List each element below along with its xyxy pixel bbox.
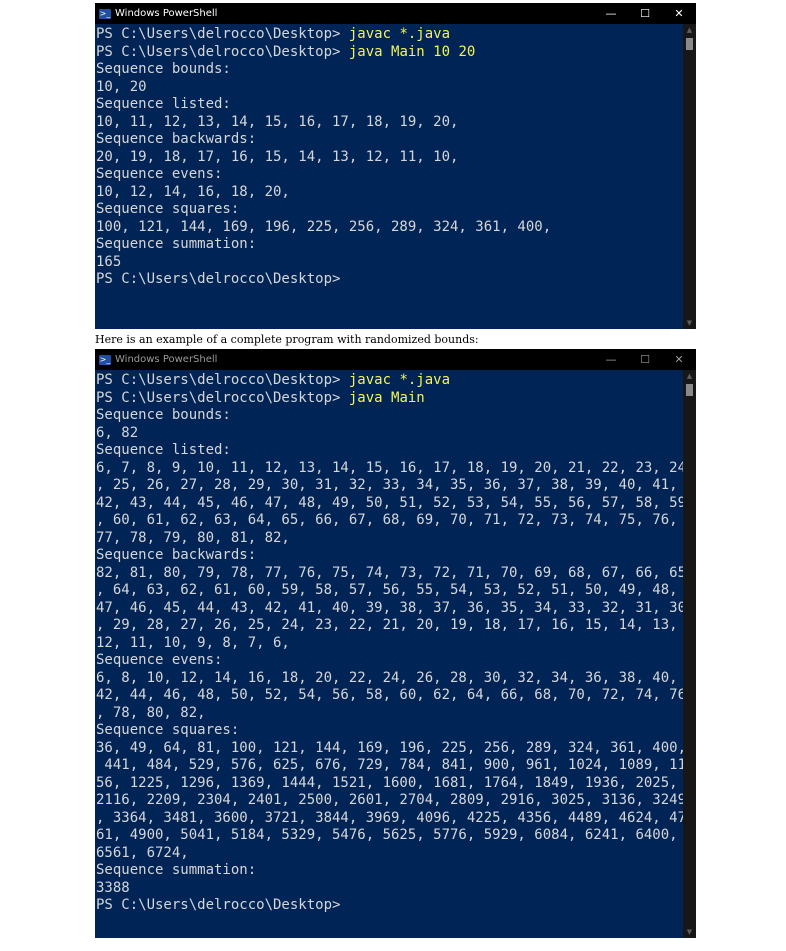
console-line: PS C:\Users\delrocco\Desktop> java Main …	[96, 44, 683, 62]
console-line: 6, 8, 10, 12, 14, 16, 18, 20, 22, 24, 26…	[96, 669, 678, 686]
prompt-text: PS C:\Users\delrocco\Desktop>	[96, 389, 349, 406]
console-line: 47, 46, 45, 44, 43, 42, 41, 40, 39, 38, …	[96, 599, 683, 616]
console-line: , 78, 80, 82,	[96, 704, 206, 721]
console-line: 10, 20	[96, 78, 147, 95]
console-line: 6, 82	[96, 424, 139, 441]
caption-text: Here is an example of a complete program…	[95, 331, 696, 349]
powershell-icon: >_	[99, 354, 111, 365]
console-line: 6, 7, 8, 9, 10, 11, 12, 13, 14, 15, 16, …	[96, 459, 683, 476]
console-line: Sequence backwards:	[96, 131, 257, 147]
console-line: , 29, 28, 27, 26, 25, 24, 23, 22, 21, 20…	[96, 617, 678, 633]
maximize-button[interactable]: ☐	[628, 3, 662, 24]
console-line: Sequence summation:	[96, 862, 257, 878]
console-line: 100, 121, 144, 169, 196, 225, 256, 289, …	[96, 218, 552, 235]
console-line: 42, 44, 46, 48, 50, 52, 54, 56, 58, 60, …	[96, 687, 683, 703]
scrollbar-thumb[interactable]	[686, 384, 693, 396]
command-text: javac *.java	[348, 26, 451, 42]
maximize-button[interactable]: ☐	[628, 349, 662, 370]
prompt-text: PS C:\Users\delrocco\Desktop>	[96, 372, 349, 388]
window-title: Windows PowerShell	[115, 8, 218, 19]
console-line: Sequence evens:	[96, 652, 223, 668]
window-title: Windows PowerShell	[115, 354, 218, 365]
console-line: Sequence squares:	[96, 201, 240, 217]
close-button[interactable]: ✕	[662, 3, 696, 24]
console-line: 12, 11, 10, 9, 8, 7, 6,	[96, 634, 290, 651]
console-line: PS C:\Users\delrocco\Desktop> java Main	[96, 390, 683, 408]
title-bar[interactable]: >_ Windows PowerShell — ☐ ✕	[95, 349, 696, 370]
console-line: 10, 11, 12, 13, 14, 15, 16, 17, 18, 19, …	[96, 113, 459, 130]
powershell-window-1: >_ Windows PowerShell — ☐ ✕ PS C:\Users\…	[95, 3, 696, 329]
console-line: 77, 78, 79, 80, 81, 82,	[96, 529, 290, 546]
console-line: 6561, 6724,	[96, 844, 189, 861]
command-text: java Main	[348, 389, 425, 406]
console-line: 165	[96, 253, 122, 270]
console-line: 20, 19, 18, 17, 16, 15, 14, 13, 12, 11, …	[96, 148, 459, 165]
command-text: javac *.java	[348, 372, 451, 388]
console-line: 441, 484, 529, 576, 625, 676, 729, 784, …	[96, 757, 683, 773]
console-line: 3388	[96, 879, 130, 896]
console-line: Sequence bounds:	[96, 61, 231, 77]
scrollbar-thumb[interactable]	[686, 38, 693, 50]
console-line: PS C:\Users\delrocco\Desktop>	[96, 271, 341, 287]
console-line: 36, 49, 64, 81, 100, 121, 144, 169, 196,…	[96, 739, 683, 756]
scroll-down-icon[interactable]: ▼	[683, 317, 696, 329]
console-line: PS C:\Users\delrocco\Desktop> javac *.ja…	[96, 372, 683, 390]
scroll-down-icon[interactable]: ▼	[683, 926, 696, 938]
console-line: 2116, 2209, 2304, 2401, 2500, 2601, 2704…	[96, 792, 683, 808]
console-line: Sequence squares:	[96, 722, 240, 738]
console-line: , 64, 63, 62, 61, 60, 59, 58, 57, 56, 55…	[96, 582, 678, 598]
vertical-scrollbar[interactable]: ▲ ▼	[683, 24, 696, 329]
console-line: , 25, 26, 27, 28, 29, 30, 31, 32, 33, 34…	[96, 477, 678, 493]
console-line: 82, 81, 80, 79, 78, 77, 76, 75, 74, 73, …	[96, 564, 683, 581]
console-output[interactable]: PS C:\Users\delrocco\Desktop> javac *.ja…	[95, 24, 683, 329]
scroll-up-icon[interactable]: ▲	[683, 24, 696, 36]
console-line: 10, 12, 14, 16, 18, 20,	[96, 183, 290, 200]
powershell-icon: >_	[99, 8, 111, 19]
powershell-window-2: >_ Windows PowerShell — ☐ ✕ PS C:\Users\…	[95, 349, 696, 938]
console-line: PS C:\Users\delrocco\Desktop> javac *.ja…	[96, 26, 683, 44]
scroll-up-icon[interactable]: ▲	[683, 370, 696, 382]
console-line: 56, 1225, 1296, 1369, 1444, 1521, 1600, …	[96, 774, 678, 791]
minimize-button[interactable]: —	[594, 349, 628, 370]
console-line: 42, 43, 44, 45, 46, 47, 48, 49, 50, 51, …	[96, 494, 683, 511]
close-button[interactable]: ✕	[662, 349, 696, 370]
prompt-text: PS C:\Users\delrocco\Desktop>	[96, 26, 349, 42]
console-output[interactable]: PS C:\Users\delrocco\Desktop> javac *.ja…	[95, 370, 683, 938]
console-line: Sequence listed:	[96, 96, 231, 112]
console-line: , 60, 61, 62, 63, 64, 65, 66, 67, 68, 69…	[96, 512, 678, 528]
console-line: Sequence summation:	[96, 236, 257, 252]
minimize-button[interactable]: —	[594, 3, 628, 24]
console-line: Sequence evens:	[96, 166, 223, 182]
console-line: Sequence bounds:	[96, 407, 231, 423]
console-line: PS C:\Users\delrocco\Desktop>	[96, 897, 341, 913]
console-line: Sequence backwards:	[96, 547, 257, 563]
console-line: , 3364, 3481, 3600, 3721, 3844, 3969, 40…	[96, 809, 683, 826]
vertical-scrollbar[interactable]: ▲ ▼	[683, 370, 696, 938]
console-line: 61, 4900, 5041, 5184, 5329, 5476, 5625, …	[96, 827, 678, 843]
prompt-text: PS C:\Users\delrocco\Desktop>	[96, 43, 349, 60]
console-line: Sequence listed:	[96, 442, 231, 458]
command-text: java Main 10 20	[348, 43, 476, 60]
title-bar[interactable]: >_ Windows PowerShell — ☐ ✕	[95, 3, 696, 24]
